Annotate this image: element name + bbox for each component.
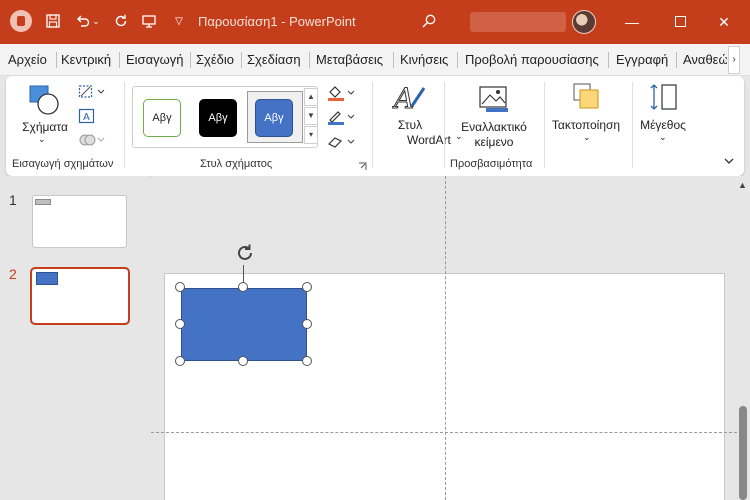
- tab-file[interactable]: Αρχείο: [8, 52, 47, 67]
- present-from-start-icon[interactable]: [138, 10, 160, 32]
- save-icon[interactable]: [42, 10, 64, 32]
- resize-handle[interactable]: [175, 356, 185, 366]
- undo-dropdown-icon[interactable]: ⌄: [90, 10, 102, 32]
- slide-thumbnail-1[interactable]: [32, 195, 127, 248]
- wordart-label-line1[interactable]: Στυλ: [395, 118, 425, 132]
- thumbnail-shape: [35, 199, 51, 205]
- shape-styles-group-label: Στυλ σχήματος: [200, 158, 273, 170]
- tab-separator: [608, 52, 609, 68]
- slide-number: 2: [9, 266, 17, 282]
- scrollbar-thumb[interactable]: [739, 406, 747, 500]
- wordart-styles-icon[interactable]: A: [391, 82, 426, 119]
- merge-shapes-icon[interactable]: [78, 132, 108, 151]
- alt-text-label-line2[interactable]: κείμενο: [472, 135, 516, 149]
- resize-handle[interactable]: [302, 319, 312, 329]
- tab-separator: [56, 52, 57, 68]
- size-button[interactable]: Μέγεθος: [638, 118, 688, 132]
- shape-fill-icon[interactable]: [326, 84, 356, 105]
- thumbnail-shape: [36, 272, 58, 285]
- resize-handle[interactable]: [238, 356, 248, 366]
- tabs-scroll-right-button[interactable]: ›: [728, 46, 740, 74]
- tab-separator: [241, 52, 242, 68]
- group-separator: [544, 82, 545, 168]
- tab-home[interactable]: Κεντρική: [61, 52, 111, 67]
- close-icon[interactable]: ✕: [714, 12, 734, 32]
- shape-style-swatch[interactable]: Αβγ: [255, 99, 293, 137]
- ribbon-tabs: Αρχείο Κεντρική Εισαγωγή Σχέδιο Σχεδίαση…: [0, 44, 750, 76]
- gallery-scroll-up-icon[interactable]: ▲: [304, 88, 318, 106]
- tab-transitions[interactable]: Μεταβάσεις: [316, 52, 383, 67]
- rotate-handle-icon[interactable]: [234, 242, 256, 264]
- shape-style-swatch[interactable]: Αβγ: [199, 99, 237, 137]
- tab-separator: [119, 52, 120, 68]
- size-dropdown-icon[interactable]: ⌄: [659, 132, 667, 143]
- slide-editor: [151, 176, 737, 500]
- tab-review[interactable]: Αναθεώ: [683, 52, 727, 67]
- user-avatar[interactable]: [572, 10, 596, 34]
- slide-number: 1: [9, 192, 17, 208]
- arrange-dropdown-icon[interactable]: ⌄: [583, 132, 591, 143]
- collapse-ribbon-icon[interactable]: [722, 154, 736, 168]
- tab-separator: [676, 52, 677, 68]
- tab-insert[interactable]: Εισαγωγή: [126, 52, 183, 67]
- tab-separator: [457, 52, 458, 68]
- accessibility-group-label: Προσβασιμότητα: [450, 158, 533, 170]
- text-box-icon[interactable]: A: [78, 108, 96, 127]
- arrange-button[interactable]: Τακτοποίηση: [550, 118, 622, 132]
- tab-separator: [393, 52, 394, 68]
- gallery-scroll-down-icon[interactable]: ▼: [304, 107, 318, 125]
- account-name-blurred: [470, 12, 566, 32]
- tab-draw[interactable]: Σχέδιο: [196, 52, 234, 67]
- insert-shapes-group-label: Εισαγωγή σχημάτων: [12, 158, 114, 170]
- slide-thumbnail-2[interactable]: [30, 267, 130, 325]
- maximize-icon[interactable]: [670, 12, 690, 32]
- resize-handle[interactable]: [175, 319, 185, 329]
- edit-shape-icon[interactable]: [78, 84, 108, 103]
- title-bar: ⌄ ▽ Παρουσίαση1 - PowerPoint — ✕: [0, 0, 750, 44]
- alt-text-label-line1[interactable]: Εναλλακτικό: [461, 120, 527, 134]
- shapes-gallery-icon[interactable]: [28, 84, 62, 119]
- svg-text:A: A: [83, 112, 90, 123]
- horizontal-guide: [151, 432, 737, 433]
- resize-handle[interactable]: [238, 282, 248, 292]
- svg-text:A: A: [392, 82, 414, 115]
- arrange-icon[interactable]: [572, 82, 602, 115]
- ribbon-panel: Σχήματα ⌄ A Εισαγωγή σχημάτων Αβγ Αβγ Αβ…: [6, 76, 744, 176]
- shape-style-swatch[interactable]: Αβγ: [143, 99, 181, 137]
- rectangle-shape[interactable]: [181, 288, 307, 361]
- redo-icon[interactable]: [110, 10, 132, 32]
- alt-text-icon[interactable]: [478, 84, 510, 117]
- shape-outline-icon[interactable]: [326, 108, 356, 129]
- shapes-button[interactable]: Σχήματα: [21, 120, 69, 134]
- search-icon[interactable]: [418, 10, 440, 32]
- powerpoint-logo-icon: [10, 10, 32, 32]
- scroll-up-icon[interactable]: ▲: [738, 180, 747, 190]
- resize-handle[interactable]: [302, 356, 312, 366]
- group-separator: [632, 82, 633, 168]
- tab-separator: [309, 52, 310, 68]
- shape-styles-gallery: Αβγ Αβγ Αβγ: [132, 86, 318, 148]
- minimize-icon[interactable]: —: [622, 12, 642, 32]
- tab-separator: [190, 52, 191, 68]
- gallery-more-icon[interactable]: ▾: [304, 126, 318, 144]
- document-title: Παρουσίαση1 - PowerPoint: [198, 14, 356, 29]
- tab-animations[interactable]: Κινήσεις: [400, 52, 448, 67]
- group-separator: [124, 82, 125, 168]
- vertical-guide: [445, 176, 446, 500]
- group-separator: [444, 82, 445, 168]
- tab-design[interactable]: Σχεδίαση: [247, 52, 301, 67]
- shape-effects-icon[interactable]: [326, 134, 356, 153]
- resize-handle[interactable]: [175, 282, 185, 292]
- size-icon[interactable]: [648, 82, 680, 115]
- shapes-dropdown-icon[interactable]: ⌄: [38, 134, 46, 145]
- tab-record[interactable]: Εγγραφή: [616, 52, 668, 67]
- group-separator: [372, 82, 373, 168]
- resize-handle[interactable]: [302, 282, 312, 292]
- slide-thumbnails-pane: 1 2: [0, 176, 150, 500]
- format-shape-launcher-icon[interactable]: [358, 160, 367, 170]
- customize-toolbar-icon[interactable]: ▽: [168, 10, 190, 32]
- tab-slideshow[interactable]: Προβολή παρουσίασης: [465, 52, 599, 67]
- vertical-scrollbar[interactable]: ▲: [737, 176, 750, 500]
